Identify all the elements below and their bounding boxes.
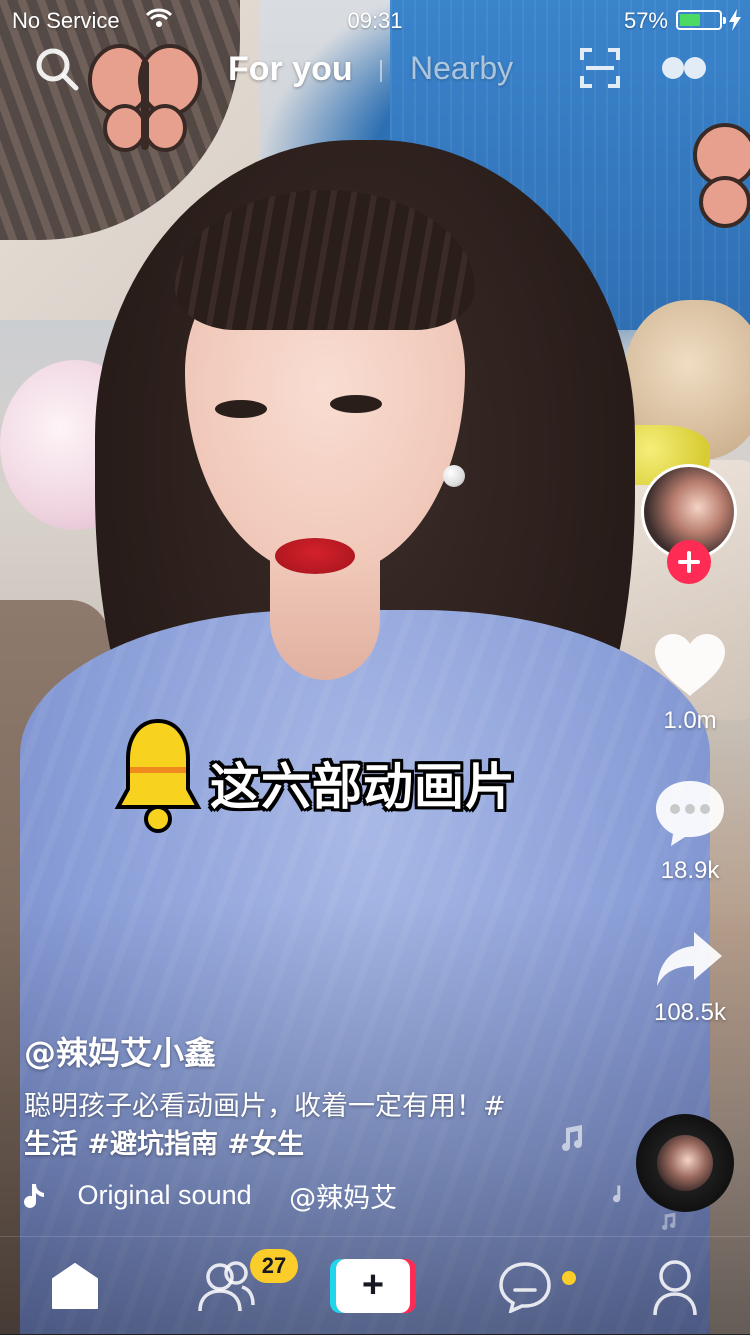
heart-icon: [655, 634, 725, 696]
person-lips: [275, 538, 355, 574]
comment-button[interactable]: 18.9k: [640, 778, 740, 885]
create-icon: +: [336, 1259, 410, 1313]
sound-title: Original sound: [77, 1180, 252, 1210]
share-icon: [657, 932, 722, 986]
tab-nearby[interactable]: Nearby: [410, 50, 513, 87]
search-icon[interactable]: [34, 46, 80, 92]
tab-divider: [380, 60, 382, 82]
profile-icon[interactable]: [650, 1259, 700, 1317]
battery-percent: 57%: [623, 8, 668, 33]
share-button[interactable]: 108.5k: [640, 928, 740, 1027]
floating-note-icon: [562, 1125, 582, 1151]
music-disc-cover: [657, 1135, 713, 1191]
person-neck: [270, 560, 380, 680]
comment-count: 18.9k: [660, 857, 720, 884]
live-icon[interactable]: [660, 54, 708, 82]
like-button[interactable]: 1.0m: [640, 632, 740, 735]
sound-author: @辣妈艾: [289, 1183, 398, 1212]
like-count: 1.0m: [663, 707, 717, 734]
inbox-icon[interactable]: [498, 1261, 552, 1313]
tab-for-you[interactable]: For you: [228, 50, 353, 89]
caption-hashtags[interactable]: 生活 #避坑指南 #女生: [24, 1129, 304, 1160]
status-bar: No Service 09:31 57%: [0, 0, 750, 40]
battery-icon: [676, 10, 726, 30]
butterfly-decoration: [693, 123, 750, 228]
create-button[interactable]: +: [330, 1259, 416, 1313]
sound-marquee[interactable]: Original sound @辣妈艾: [24, 1176, 424, 1212]
inbox-unread-dot: [562, 1271, 576, 1285]
scan-icon[interactable]: [578, 46, 622, 90]
music-disc[interactable]: [636, 1114, 734, 1212]
plus-icon: [678, 551, 700, 573]
share-count: 108.5k: [653, 999, 727, 1026]
butterfly-decoration: [88, 44, 202, 152]
floating-note-icon: [662, 1212, 676, 1230]
follow-plus-icon[interactable]: [667, 540, 711, 584]
sticker-text: 这六部动画片: [210, 758, 516, 816]
person-eye: [215, 400, 267, 418]
video-sticker: 这六部动画片: [112, 715, 516, 837]
caption-text: 聪明孩子必看动画片，收着一定有用！#: [24, 1091, 506, 1122]
floating-note-icon: [612, 1185, 621, 1203]
friends-icon[interactable]: [196, 1259, 256, 1315]
person-eye: [330, 395, 382, 413]
friends-badge: 27: [250, 1249, 298, 1283]
bottom-tab-bar: 27 +: [0, 1236, 750, 1335]
comment-icon: [656, 781, 724, 846]
person-earring: [443, 465, 465, 487]
music-note-icon: [24, 1183, 44, 1208]
charging-bolt-icon: [729, 9, 741, 31]
creator-username[interactable]: @辣妈艾小鑫: [24, 1028, 216, 1074]
home-icon[interactable]: [50, 1261, 100, 1311]
video-caption[interactable]: 聪明孩子必看动画片，收着一定有用！# 生活 #避坑指南 #女生: [24, 1088, 584, 1164]
bell-icon: [114, 718, 202, 833]
